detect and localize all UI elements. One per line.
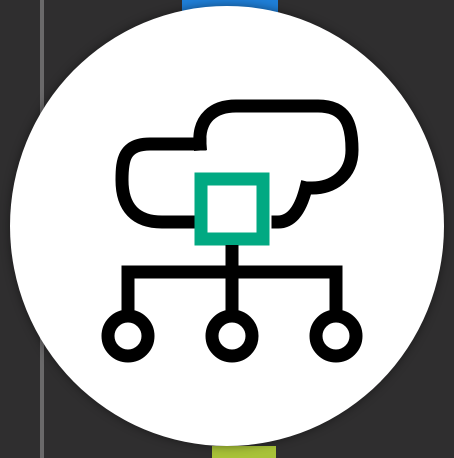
app-icon-stage — [0, 0, 454, 458]
network-branches-icon — [121, 245, 343, 318]
cloud-network-hierarchy-icon[interactable] — [0, 0, 454, 458]
leaf-node-center-icon — [205, 309, 259, 363]
cloud-outline-icon — [115, 99, 359, 229]
leaf-node-right-icon — [309, 309, 363, 363]
leaf-node-left-icon — [101, 309, 155, 363]
central-node-icon — [194, 172, 270, 246]
